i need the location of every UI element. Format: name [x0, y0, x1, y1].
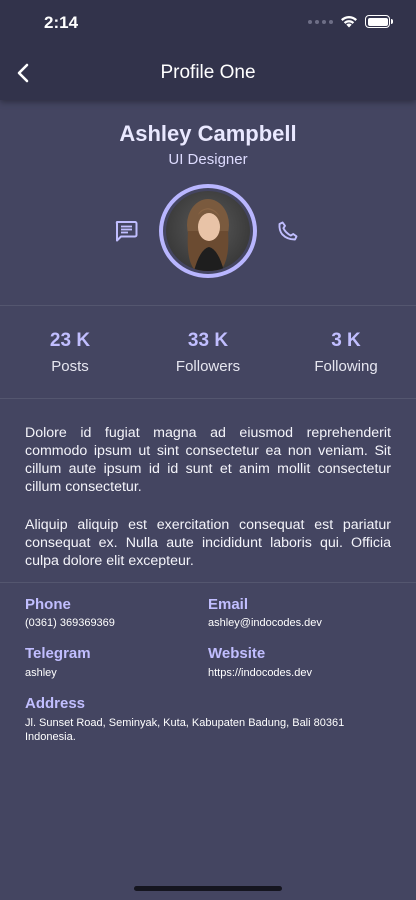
profile-role: UI Designer: [168, 151, 248, 168]
stat-value: 33 K: [187, 330, 229, 351]
divider: [0, 582, 416, 583]
divider: [0, 398, 416, 399]
home-indicator[interactable]: [134, 886, 282, 891]
avatar-ring: [159, 184, 257, 278]
app-header: 2:14 Profile One: [0, 0, 416, 100]
email-label: Email: [208, 596, 249, 613]
telegram-value[interactable]: ashley: [25, 667, 57, 679]
stat-label: Posts: [51, 358, 89, 375]
page-title: Profile One: [160, 62, 256, 83]
message-button[interactable]: [114, 220, 140, 244]
status-time: 2:14: [44, 13, 79, 32]
phone-icon: [278, 221, 298, 241]
phone-label: Phone: [25, 596, 71, 613]
stat-label: Followers: [175, 358, 241, 375]
website-label: Website: [208, 645, 266, 662]
status-icons: [308, 15, 393, 28]
profile-name: Ashley Campbell: [119, 121, 297, 146]
call-button[interactable]: [276, 219, 302, 245]
stat-followers[interactable]: 33 K Followers: [138, 330, 278, 375]
battery-icon: [365, 15, 393, 28]
cellular-signal-icon: [308, 19, 333, 24]
stat-value: 3 K: [331, 330, 361, 351]
bio-paragraph: Dolore id fugiat magna ad eiusmod repreh…: [25, 425, 391, 495]
address-label: Address: [25, 695, 86, 712]
avatar-photo: [187, 199, 229, 271]
address-value: Jl. Sunset Road, Seminyak, Kuta, Kabupat…: [25, 717, 345, 743]
wifi-icon: [341, 15, 357, 28]
bio-paragraph: Aliquip aliquip est exercitation consequ…: [25, 517, 391, 569]
stat-posts[interactable]: 23 K Posts: [0, 330, 140, 375]
avatar[interactable]: [166, 191, 250, 271]
message-icon: [115, 221, 138, 242]
stat-label: Following: [314, 358, 378, 375]
email-value[interactable]: ashley@indocodes.dev: [208, 617, 322, 629]
profile-screen: 2:14 Profile One Ashley Campbell UI Desi…: [0, 0, 416, 900]
telegram-label: Telegram: [25, 645, 91, 662]
stat-following[interactable]: 3 K Following: [276, 330, 416, 375]
website-value[interactable]: https://indocodes.dev: [208, 667, 312, 679]
phone-value[interactable]: (0361) 369369369: [25, 617, 115, 629]
divider: [0, 305, 416, 306]
stat-value: 23 K: [49, 330, 91, 351]
